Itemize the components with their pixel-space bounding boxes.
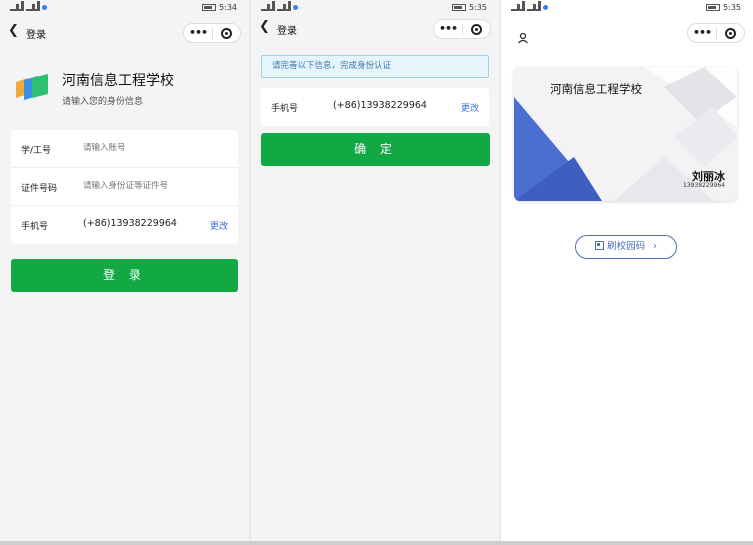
nav-bar: ❮ 登录 ••• bbox=[0, 18, 249, 46]
mini-program-capsule: ••• bbox=[687, 23, 745, 43]
mini-program-capsule: ••• bbox=[183, 23, 241, 43]
signal-icon bbox=[26, 1, 40, 11]
qr-code-icon bbox=[595, 241, 605, 250]
phone-value: (+86)13938229964 bbox=[83, 218, 177, 229]
status-right: 5:35 bbox=[706, 3, 741, 12]
student-id-row: 学/工号 bbox=[11, 130, 238, 168]
school-logo-icon bbox=[16, 74, 48, 100]
back-arrow-icon[interactable]: ❮ bbox=[8, 24, 22, 38]
nav-bar: ❮ 登录 ••• bbox=[251, 14, 499, 42]
phone-label: 手机号 bbox=[271, 104, 299, 114]
close-button[interactable] bbox=[717, 27, 744, 39]
notification-dot-icon bbox=[42, 4, 47, 10]
card-user-phone: 13938229964 bbox=[683, 182, 725, 189]
scan-button-label: 刷校园码 bbox=[607, 241, 646, 252]
school-subtitle: 请输入您的身份信息 bbox=[62, 97, 144, 107]
phone-row: 手机号 (+86)13938229964 更改 bbox=[11, 206, 238, 244]
school-header: 河南信息工程学校 请输入您的身份信息 bbox=[12, 62, 237, 110]
verify-notice: 请完善以下信息，完成身份认证 bbox=[261, 55, 489, 78]
student-id-label: 学/工号 bbox=[21, 146, 52, 156]
card-school-name: 河南信息工程学校 bbox=[550, 82, 642, 96]
status-time: 5:35 bbox=[723, 3, 741, 12]
phone-row: 手机号 (+86)13938229964 更改 bbox=[261, 88, 489, 126]
confirm-button[interactable]: 确 定 bbox=[261, 133, 490, 166]
signal-icon bbox=[10, 1, 24, 11]
campus-card[interactable]: 河南信息工程学校 刘丽冰 13938229964 bbox=[514, 67, 737, 201]
notification-dot-icon bbox=[293, 4, 298, 10]
phone-label: 手机号 bbox=[21, 222, 49, 232]
nav-bar: ••• bbox=[501, 18, 753, 46]
more-dots-icon[interactable]: ••• bbox=[434, 20, 462, 38]
chevron-right-icon: › bbox=[653, 241, 657, 252]
school-name: 河南信息工程学校 bbox=[62, 73, 174, 89]
back-arrow-icon[interactable]: ❮ bbox=[259, 20, 273, 34]
battery-icon bbox=[202, 4, 217, 11]
status-right: 5:35 bbox=[452, 3, 487, 12]
close-button[interactable] bbox=[463, 23, 490, 35]
bottom-edge bbox=[0, 541, 753, 545]
close-ring-icon bbox=[220, 27, 232, 39]
more-dots-icon[interactable]: ••• bbox=[688, 24, 716, 42]
more-dots-icon[interactable]: ••• bbox=[184, 24, 212, 42]
close-ring-icon bbox=[724, 27, 736, 39]
phone-value: (+86)13938229964 bbox=[333, 100, 427, 111]
signal-icon bbox=[261, 1, 275, 11]
login-button[interactable]: 登 录 bbox=[11, 259, 238, 292]
user-icon[interactable] bbox=[517, 32, 529, 44]
close-button[interactable] bbox=[213, 27, 240, 39]
status-bar: 5:35 bbox=[501, 0, 753, 18]
status-time: 5:34 bbox=[219, 3, 237, 12]
nav-title: 登录 bbox=[277, 26, 297, 37]
status-time: 5:35 bbox=[469, 3, 487, 12]
login-screen: 5:34 ❮ 登录 ••• 河南信息工程学校 请输入您的身份信息 学/工号 请输… bbox=[0, 0, 249, 541]
login-form: 学/工号 证件号码 手机号 (+86)13938229964 更改 bbox=[11, 130, 238, 244]
id-number-label: 证件号码 bbox=[21, 184, 58, 194]
screenshot-stage: 5:34 ❮ 登录 ••• 河南信息工程学校 请输入您的身份信息 学/工号 请输… bbox=[0, 0, 753, 545]
status-left bbox=[261, 1, 298, 11]
verify-form: 手机号 (+86)13938229964 更改 bbox=[261, 88, 489, 126]
student-id-input[interactable] bbox=[83, 143, 223, 153]
signal-icon bbox=[511, 1, 525, 11]
nav-title: 登录 bbox=[26, 30, 46, 41]
close-ring-icon bbox=[470, 23, 482, 35]
status-left bbox=[10, 1, 47, 11]
signal-icon bbox=[277, 1, 291, 11]
status-right: 5:34 bbox=[202, 3, 237, 12]
change-phone-link[interactable]: 更改 bbox=[461, 101, 479, 114]
battery-icon bbox=[452, 4, 467, 11]
status-left bbox=[511, 1, 548, 11]
notification-dot-icon bbox=[543, 4, 548, 10]
status-bar: 5:34 bbox=[0, 0, 249, 18]
change-phone-link[interactable]: 更改 bbox=[210, 219, 228, 232]
campus-card-screen: 5:35 ••• 河南信息工程学校 刘丽冰 13938229964 刷校园码 › bbox=[501, 0, 753, 541]
signal-icon bbox=[527, 1, 541, 11]
verify-screen: 5:35 ❮ 登录 ••• 请完善以下信息，完成身份认证 手机号 (+86)13… bbox=[251, 0, 499, 541]
mini-program-capsule: ••• bbox=[433, 19, 491, 39]
id-number-row: 证件号码 bbox=[11, 168, 238, 206]
id-number-input[interactable] bbox=[83, 181, 223, 191]
scan-campus-code-button[interactable]: 刷校园码 › bbox=[575, 235, 677, 259]
battery-icon bbox=[706, 4, 721, 11]
